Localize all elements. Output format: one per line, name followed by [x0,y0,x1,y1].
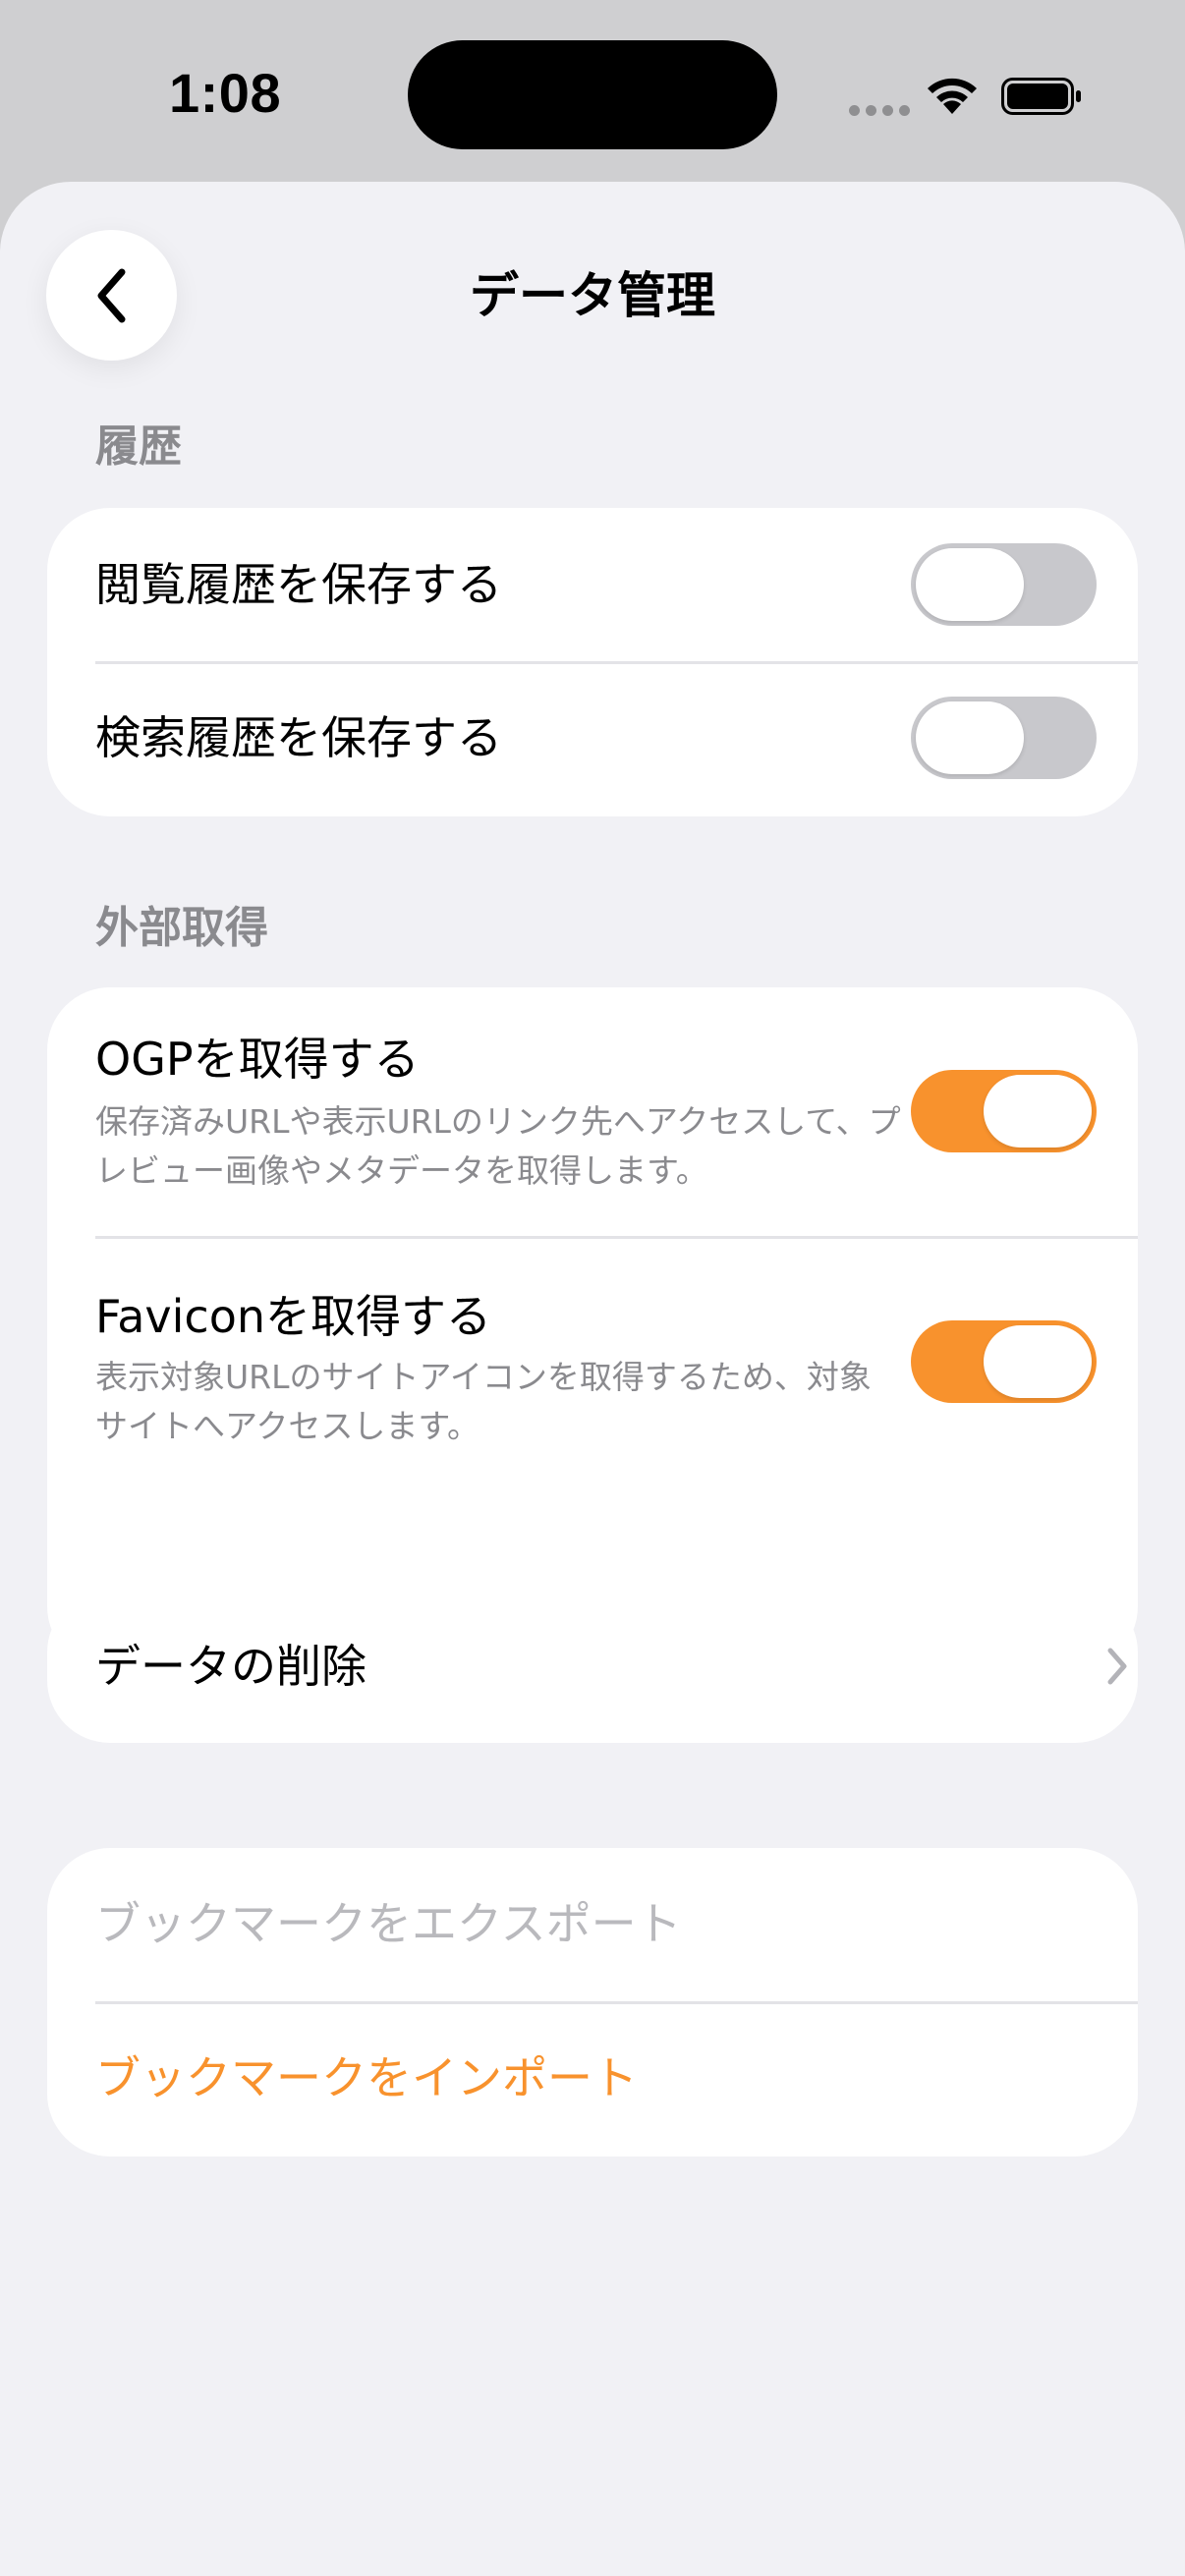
favicon-description: 表示対象URLのサイトアイコンを取得するため、対象サイトへアクセスします。 [95,1358,872,1445]
history-card: 閲覧履歴を保存する 検索履歴を保存する [47,508,1138,816]
delete-data-card: データの削除 [47,1590,1138,1743]
favicon-toggle[interactable] [911,1320,1097,1403]
section-header-external: 外部取得 [95,903,268,953]
status-bar: 1:08 [0,0,1185,187]
status-time: 1:08 [169,62,282,124]
import-bookmarks-row[interactable]: ブックマークをインポート [47,2004,1138,2156]
ogp-row[interactable]: OGPを取得する 保存済みURLや表示URLのリンク先へアクセスして、プレビュー… [47,987,1138,1236]
page-title: データ管理 [470,267,715,324]
toggle-knob [916,548,1024,621]
toggle-knob [984,1325,1092,1398]
search-history-label: 検索履歴を保存する [95,711,502,764]
browsing-history-toggle[interactable] [911,543,1097,626]
browsing-history-row[interactable]: 閲覧履歴を保存する [47,508,1138,661]
delete-data-label: データの削除 [95,1640,367,1693]
ogp-label: OGPを取得する [95,1033,420,1086]
external-card: OGPを取得する 保存済みURLや表示URLのリンク先へアクセスして、プレビュー… [47,987,1138,1669]
favicon-label: Faviconを取得する [95,1290,492,1343]
export-bookmarks-row: ブックマークをエクスポート [47,1848,1138,2001]
search-history-toggle[interactable] [911,697,1097,779]
cellular-signal-icon [849,105,910,116]
wifi-icon [928,78,977,114]
export-bookmarks-label: ブックマークをエクスポート [95,1897,682,1950]
ogp-description: 保存済みURLや表示URLのリンク先へアクセスして、プレビュー画像やメタデータを… [95,1102,901,1190]
import-bookmarks-label: ブックマークをインポート [95,2051,638,2104]
toggle-knob [984,1075,1092,1148]
search-history-row[interactable]: 検索履歴を保存する [47,664,1138,816]
battery-icon [1001,78,1081,115]
delete-data-row[interactable]: データの削除 [47,1590,1138,1743]
toggle-knob [916,701,1024,774]
section-header-history: 履歴 [95,421,182,472]
ogp-toggle[interactable] [911,1070,1097,1152]
bookmarks-card: ブックマークをエクスポート ブックマークをインポート [47,1848,1138,2156]
chevron-right-icon [1107,1648,1127,1685]
browsing-history-label: 閲覧履歴を保存する [95,558,502,611]
settings-sheet: データ管理 履歴 閲覧履歴を保存する 検索履歴を保存する 外部取得 OGPを取得… [0,182,1185,2576]
dynamic-island [408,40,777,149]
